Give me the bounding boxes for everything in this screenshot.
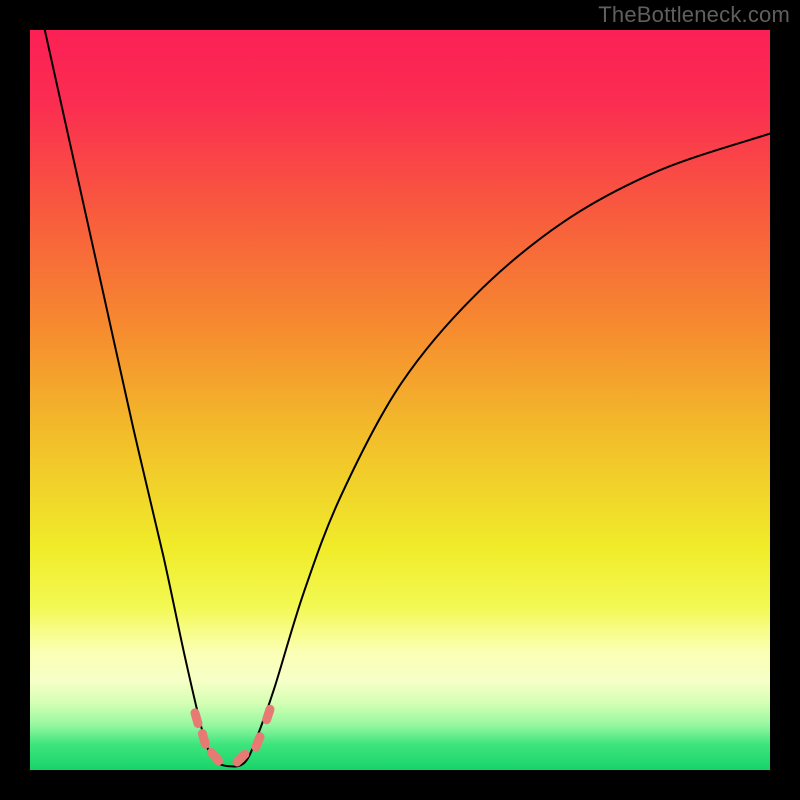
threshold-marker xyxy=(202,734,205,745)
threshold-marker xyxy=(211,753,218,761)
curve-layer xyxy=(30,30,770,770)
threshold-marker xyxy=(256,737,260,747)
threshold-marker xyxy=(195,713,198,724)
bottleneck-curve xyxy=(45,30,770,766)
threshold-marker xyxy=(237,754,245,762)
watermark-text: TheBottleneck.com xyxy=(598,2,790,28)
threshold-markers xyxy=(195,709,270,762)
chart-stage: TheBottleneck.com xyxy=(0,0,800,800)
plot-area xyxy=(30,30,770,770)
threshold-marker xyxy=(267,709,270,719)
